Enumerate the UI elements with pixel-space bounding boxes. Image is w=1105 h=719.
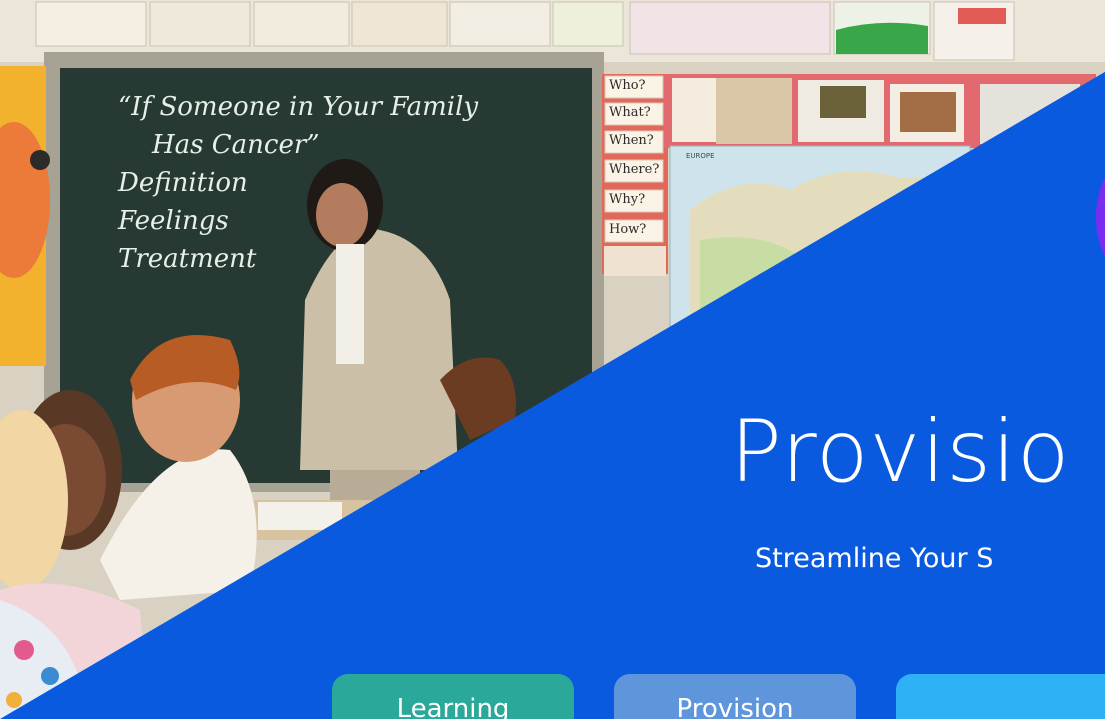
chalk-line: Treatment — [118, 244, 257, 274]
hero-subtitle: Streamline Your S — [755, 543, 994, 574]
hero-title: Provisio — [730, 402, 1071, 502]
hero-section: “If Someone in Your Family Has Cancer” D… — [0, 0, 1105, 719]
chalk-line: Definition — [118, 168, 248, 198]
question-card: Who? — [609, 78, 646, 93]
third-cta-button[interactable] — [896, 674, 1105, 719]
chalk-line: “If Someone in Your Family — [118, 92, 479, 122]
question-cards: Who? What? When? Where? Why? How? — [609, 78, 659, 250]
chalk-line: Feelings — [118, 206, 229, 236]
map-label: EUROPE — [686, 152, 715, 160]
learning-button[interactable]: Learning — [332, 674, 574, 719]
provision-button[interactable]: Provision — [614, 674, 856, 719]
chalkboard-text: “If Someone in Your Family Has Cancer” D… — [118, 88, 478, 278]
question-card: What? — [609, 105, 651, 120]
chalk-line: Has Cancer” — [152, 130, 320, 160]
question-card: Why? — [609, 192, 646, 207]
question-card: When? — [609, 133, 654, 148]
question-card: How? — [609, 222, 647, 237]
question-card: Where? — [609, 162, 660, 177]
